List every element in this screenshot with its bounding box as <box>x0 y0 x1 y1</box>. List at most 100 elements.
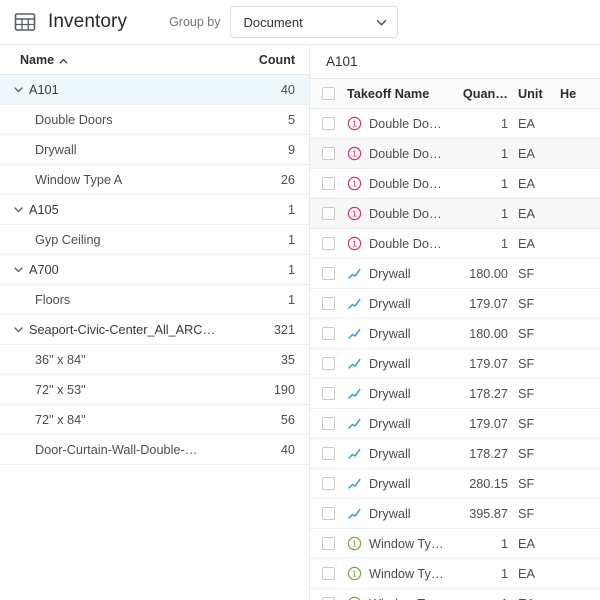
tree-row[interactable]: 72" x 53"190 <box>0 375 309 405</box>
tree-row[interactable]: Gyp Ceiling1 <box>0 225 309 255</box>
sort-asc-caret-icon <box>59 55 68 64</box>
row-select-checkbox[interactable] <box>322 207 335 220</box>
takeoff-quantity-cell: 178.27 <box>460 447 516 461</box>
takeoff-name-label: Double Do… <box>369 177 442 191</box>
takeoff-row[interactable]: 1Window Ty…1EA <box>310 529 600 559</box>
takeoff-unit-cell: EA <box>516 147 560 161</box>
row-select-checkbox[interactable] <box>322 147 335 160</box>
takeoff-row[interactable]: Drywall179.07SF <box>310 289 600 319</box>
takeoff-unit-cell: SF <box>516 447 560 461</box>
takeoff-row[interactable]: 1Double Do…1EA <box>310 199 600 229</box>
tree-row[interactable]: Window Type A26 <box>0 165 309 195</box>
takeoff-quantity-cell: 1 <box>460 147 516 161</box>
takeoff-quantity-cell: 1 <box>460 237 516 251</box>
row-select-checkbox[interactable] <box>322 357 335 370</box>
takeoff-name-cell: Drywall <box>347 506 460 521</box>
tree-row[interactable]: Floors1 <box>0 285 309 315</box>
row-select-checkbox[interactable] <box>322 327 335 340</box>
tree-row-label: 72" x 53" <box>35 383 243 397</box>
svg-text:1: 1 <box>352 569 357 579</box>
takeoff-name-label: Double Do… <box>369 117 442 131</box>
takeoff-row[interactable]: 1Window Ty…1EA <box>310 559 600 589</box>
chevron-down-icon[interactable] <box>12 83 25 96</box>
takeoff-quantity-cell: 1 <box>460 597 516 600</box>
tree-row[interactable]: 36" x 84"35 <box>0 345 309 375</box>
column-header-height[interactable]: He <box>560 87 600 101</box>
row-select-checkbox[interactable] <box>322 567 335 580</box>
column-header-name[interactable]: Name <box>20 53 243 67</box>
row-select-checkbox[interactable] <box>322 417 335 430</box>
takeoff-row[interactable]: Drywall179.07SF <box>310 409 600 439</box>
row-select-checkbox[interactable] <box>322 507 335 520</box>
takeoff-unit-cell: EA <box>516 117 560 131</box>
column-header-count[interactable]: Count <box>243 53 295 67</box>
chevron-down-icon[interactable] <box>12 203 25 216</box>
tree-row-count: 35 <box>243 353 295 367</box>
row-select-checkbox[interactable] <box>322 297 335 310</box>
row-select-checkbox[interactable] <box>322 387 335 400</box>
takeoff-name-label: Drywall <box>369 417 411 431</box>
column-header-name-label: Name <box>20 53 54 67</box>
tree-row[interactable]: A7001 <box>0 255 309 285</box>
inventory-tree-panel: Name Count A10140Double Doors5Drywall9Wi… <box>0 45 310 600</box>
tree-row[interactable]: 72" x 84"56 <box>0 405 309 435</box>
row-select-checkbox[interactable] <box>322 267 335 280</box>
takeoff-name-cell: Drywall <box>347 326 460 341</box>
takeoff-name-label: Window Ty… <box>369 597 444 600</box>
row-select-checkbox[interactable] <box>322 237 335 250</box>
tree-row-count: 5 <box>243 113 295 127</box>
tree-row[interactable]: Drywall9 <box>0 135 309 165</box>
takeoff-row[interactable]: 1Double Do…1EA <box>310 229 600 259</box>
takeoff-row[interactable]: 1Double Do…1EA <box>310 139 600 169</box>
takeoff-quantity-cell: 1 <box>460 567 516 581</box>
takeoff-quantity-cell: 280.15 <box>460 477 516 491</box>
tree-row-count: 321 <box>243 323 295 337</box>
row-select-checkbox[interactable] <box>322 177 335 190</box>
takeoff-row[interactable]: Drywall180.00SF <box>310 319 600 349</box>
takeoff-quantity-cell: 179.07 <box>460 417 516 431</box>
takeoff-row[interactable]: Drywall280.15SF <box>310 469 600 499</box>
takeoff-unit-cell: SF <box>516 267 560 281</box>
takeoff-row[interactable]: Drywall178.27SF <box>310 379 600 409</box>
tree-row-label: Seaport-Civic-Center_All_ARC… <box>29 323 243 337</box>
column-header-quantity[interactable]: Quan… <box>460 87 516 101</box>
row-select-checkbox[interactable] <box>322 117 335 130</box>
takeoff-unit-cell: SF <box>516 327 560 341</box>
takeoff-row[interactable]: Drywall178.27SF <box>310 439 600 469</box>
row-select-checkbox[interactable] <box>322 537 335 550</box>
tree-row-count: 1 <box>243 233 295 247</box>
takeoff-row[interactable]: Drywall179.07SF <box>310 349 600 379</box>
tree-column-header: Name Count <box>0 45 309 75</box>
select-all-checkbox[interactable] <box>322 87 335 100</box>
takeoff-unit-cell: SF <box>516 297 560 311</box>
column-header-takeoff-name[interactable]: Takeoff Name <box>347 87 460 101</box>
row-select-checkbox[interactable] <box>322 477 335 490</box>
takeoff-quantity-cell: 1 <box>460 537 516 551</box>
takeoff-row[interactable]: Drywall395.87SF <box>310 499 600 529</box>
takeoff-row[interactable]: Drywall180.00SF <box>310 259 600 289</box>
tree-row[interactable]: A1051 <box>0 195 309 225</box>
tree-row-label: A105 <box>29 203 243 217</box>
takeoff-row[interactable]: 1Double Do…1EA <box>310 169 600 199</box>
takeoff-name-label: Drywall <box>369 267 411 281</box>
count-circle-1-icon: 1 <box>347 536 362 551</box>
tree-row[interactable]: Door-Curtain-Wall-Double-…40 <box>0 435 309 465</box>
takeoff-name-cell: Drywall <box>347 386 460 401</box>
takeoff-quantity-cell: 179.07 <box>460 357 516 371</box>
svg-text:1: 1 <box>352 179 357 189</box>
takeoff-name-cell: 1Window Ty… <box>347 566 460 581</box>
group-by-select[interactable]: Document <box>230 6 398 38</box>
tree-row-count: 56 <box>243 413 295 427</box>
chevron-down-icon[interactable] <box>12 263 25 276</box>
chevron-down-icon[interactable] <box>12 323 25 336</box>
takeoff-row[interactable]: 1Window Ty…1EA <box>310 589 600 600</box>
tree-row[interactable]: A10140 <box>0 75 309 105</box>
column-header-unit[interactable]: Unit <box>516 87 560 101</box>
takeoff-row[interactable]: 1Double Do…1EA <box>310 109 600 139</box>
takeoff-name-label: Double Do… <box>369 237 442 251</box>
polyline-icon <box>347 476 362 491</box>
tree-row[interactable]: Seaport-Civic-Center_All_ARC…321 <box>0 315 309 345</box>
tree-row[interactable]: Double Doors5 <box>0 105 309 135</box>
row-select-checkbox[interactable] <box>322 447 335 460</box>
tree-row-label: 36" x 84" <box>35 353 243 367</box>
